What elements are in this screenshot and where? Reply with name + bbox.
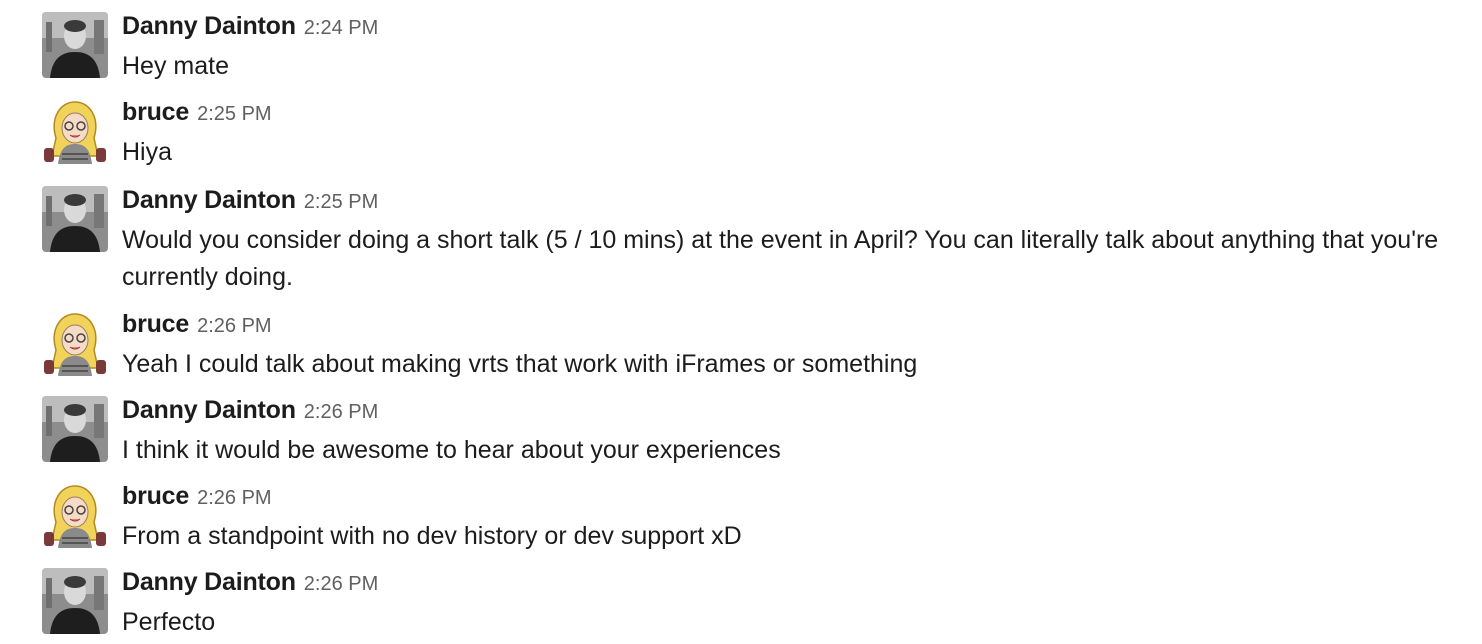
avatar-bruce[interactable] (42, 98, 108, 164)
author-name[interactable]: Danny Dainton (122, 12, 296, 40)
message-header: Danny Dainton 2:26 PM (122, 396, 378, 426)
message-header: Danny Dainton 2:26 PM (122, 568, 378, 598)
message-text: Perfecto (122, 608, 216, 636)
message-text: From a standpoint with no dev history or… (122, 522, 742, 550)
avatar-danny[interactable] (42, 568, 108, 634)
message-text: Hey mate (122, 52, 229, 80)
bruce-avatar-icon (42, 310, 108, 376)
message-text: Would you consider doing a short talk (5… (122, 226, 1439, 291)
timestamp[interactable]: 2:26 PM (304, 573, 378, 595)
author-name[interactable]: bruce (122, 482, 189, 510)
author-name[interactable]: Danny Dainton (122, 396, 296, 424)
message-text: Yeah I could talk about making vrts that… (122, 350, 918, 378)
message-list: Danny Dainton 2:24 PM Hey mate bruce 2:25 … (0, 0, 1482, 644)
author-name[interactable]: bruce (122, 98, 189, 126)
bruce-avatar-icon (42, 98, 108, 164)
message-header: bruce 2:25 PM (122, 98, 272, 128)
timestamp[interactable]: 2:26 PM (197, 315, 271, 337)
message-header: Danny Dainton 2:24 PM (122, 12, 378, 42)
danny-avatar-icon (42, 186, 108, 252)
message-text: Hiya (122, 138, 173, 166)
avatar-danny[interactable] (42, 12, 108, 78)
timestamp[interactable]: 2:25 PM (197, 103, 271, 125)
message-header: bruce 2:26 PM (122, 310, 272, 340)
author-name[interactable]: Danny Dainton (122, 568, 296, 596)
message-text: I think it would be awesome to hear abou… (122, 436, 781, 464)
timestamp[interactable]: 2:26 PM (304, 401, 378, 423)
author-name[interactable]: Danny Dainton (122, 186, 296, 214)
timestamp[interactable]: 2:26 PM (197, 487, 271, 509)
message-header: bruce 2:26 PM (122, 482, 272, 512)
message-header: Danny Dainton 2:25 PM (122, 186, 378, 216)
bruce-avatar-icon (42, 482, 108, 548)
danny-avatar-icon (42, 568, 108, 634)
timestamp[interactable]: 2:25 PM (304, 191, 378, 213)
avatar-bruce[interactable] (42, 482, 108, 548)
timestamp[interactable]: 2:24 PM (304, 17, 378, 39)
avatar-danny[interactable] (42, 186, 108, 252)
avatar-bruce[interactable] (42, 310, 108, 376)
author-name[interactable]: bruce (122, 310, 189, 338)
avatar-danny[interactable] (42, 396, 108, 462)
danny-avatar-icon (42, 396, 108, 462)
danny-avatar-icon (42, 12, 108, 78)
